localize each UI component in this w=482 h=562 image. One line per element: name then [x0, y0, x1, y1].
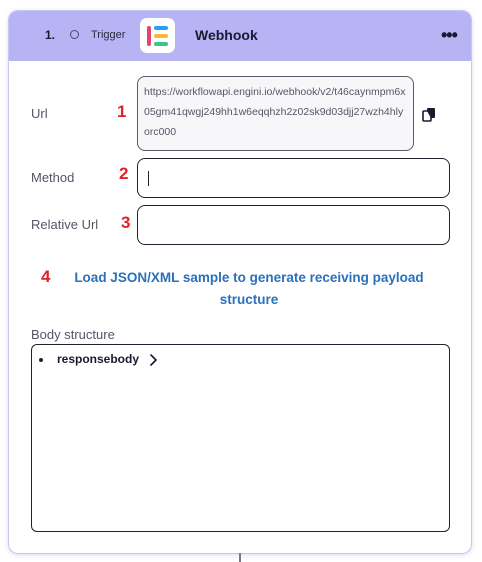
- logo-bar-middle: [154, 34, 168, 38]
- step-number: 1.: [45, 28, 56, 42]
- relative-url-label: Relative Url: [31, 217, 99, 232]
- step-header[interactable]: 1. Trigger Webhook •••: [9, 11, 471, 61]
- load-sample-link[interactable]: Load JSON/XML sample to generate receivi…: [49, 267, 449, 311]
- radio-circle-icon: [70, 30, 79, 39]
- body-structure-label: Body structure: [31, 327, 115, 342]
- logo-bar-bottom: [154, 42, 168, 46]
- method-input[interactable]: [137, 158, 450, 198]
- marker-1: 1: [117, 102, 127, 121]
- flow-connector-line: [239, 553, 241, 562]
- text-caret: [148, 171, 149, 186]
- url-label: Url: [31, 106, 48, 121]
- logo-bar-top: [154, 26, 168, 30]
- tree-item-label: responsebody: [57, 352, 140, 366]
- body-structure-tree: responsebody: [31, 344, 450, 532]
- webhook-step-card: 1. Trigger Webhook ••• Url 1 https://wor…: [8, 10, 472, 554]
- webhook-url-field[interactable]: https://workflowapi.engini.io/webhook/v2…: [137, 76, 414, 151]
- webhook-app-logo: [140, 18, 175, 53]
- copy-icon[interactable]: [422, 107, 436, 123]
- more-options-icon[interactable]: •••: [441, 26, 465, 44]
- step-type-label: Trigger: [91, 29, 126, 41]
- method-label: Method: [31, 170, 75, 185]
- logo-bar-vertical: [147, 26, 151, 46]
- relative-url-input[interactable]: [137, 205, 450, 245]
- marker-3: 3: [121, 213, 131, 232]
- marker-2: 2: [119, 164, 129, 183]
- chevron-right-icon[interactable]: [149, 354, 159, 366]
- tree-bullet: [39, 358, 43, 362]
- app-title: Webhook: [195, 27, 258, 43]
